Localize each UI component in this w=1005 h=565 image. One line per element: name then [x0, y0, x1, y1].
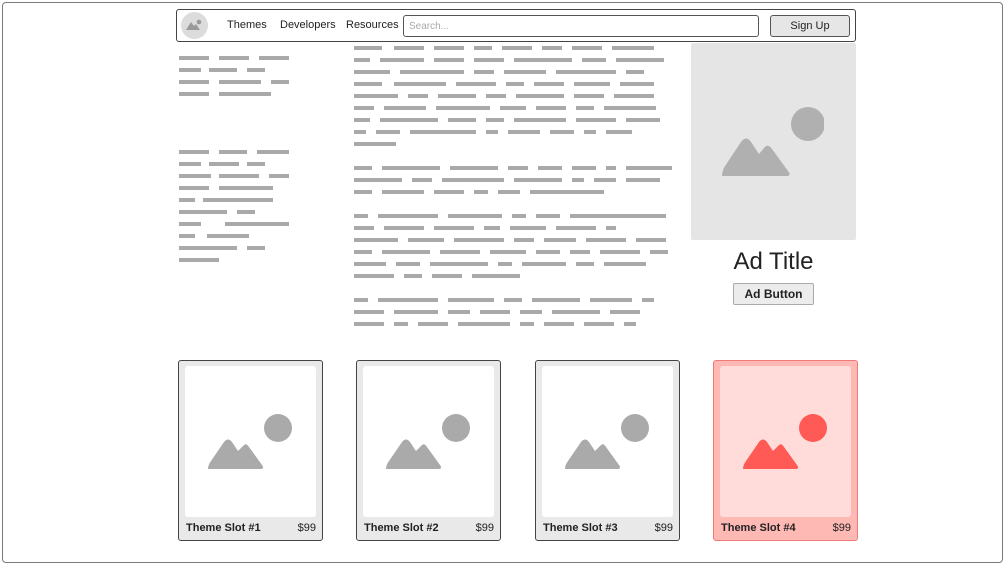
- theme-name: Theme Slot #1: [186, 522, 261, 534]
- theme-card-2[interactable]: Theme Slot #2 $99: [356, 360, 501, 541]
- theme-price: $99: [832, 522, 851, 534]
- ad-title: Ad Title: [733, 248, 814, 275]
- main-placeholder-paragraph-4: [354, 298, 674, 334]
- theme-thumbnail: [542, 366, 673, 517]
- search-input[interactable]: [403, 15, 759, 37]
- nav-themes-link[interactable]: Themes: [227, 19, 267, 31]
- theme-card-3[interactable]: Theme Slot #3 $99: [535, 360, 680, 541]
- sign-up-button[interactable]: Sign Up: [770, 15, 850, 37]
- image-placeholder-icon: [722, 107, 824, 176]
- theme-thumbnail: [720, 366, 851, 517]
- theme-price: $99: [475, 522, 494, 534]
- theme-price: $99: [297, 522, 316, 534]
- image-placeholder-icon: [386, 414, 470, 469]
- nav-developers-link[interactable]: Developers: [280, 19, 336, 31]
- theme-thumbnail: [185, 366, 316, 517]
- theme-card-1[interactable]: Theme Slot #1 $99: [178, 360, 323, 541]
- main-placeholder-paragraph-1: [354, 46, 674, 154]
- theme-price: $99: [654, 522, 673, 534]
- nav-resources-link[interactable]: Resources: [346, 19, 399, 31]
- image-placeholder-icon: [565, 414, 649, 469]
- theme-thumbnail: [363, 366, 494, 517]
- theme-name: Theme Slot #4: [721, 522, 796, 534]
- theme-card-4[interactable]: Theme Slot #4 $99: [713, 360, 858, 541]
- main-placeholder-paragraph-2: [354, 166, 674, 202]
- image-placeholder-icon: [208, 414, 292, 469]
- ad-button[interactable]: Ad Button: [733, 283, 814, 305]
- sidebar-placeholder-text-2: [179, 150, 294, 270]
- theme-name: Theme Slot #3: [543, 522, 618, 534]
- sidebar-placeholder-text-1: [179, 56, 294, 104]
- top-nav-bar: Themes Developers Resources Sign Up: [176, 9, 856, 42]
- logo-image-icon[interactable]: [181, 12, 208, 39]
- main-placeholder-paragraph-3: [354, 214, 674, 286]
- ad-image-placeholder[interactable]: [691, 43, 856, 240]
- theme-name: Theme Slot #2: [364, 522, 439, 534]
- image-placeholder-icon: [743, 414, 827, 469]
